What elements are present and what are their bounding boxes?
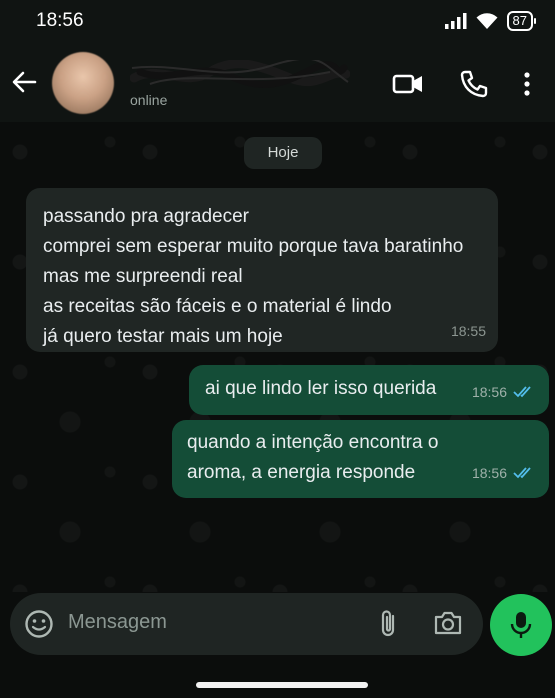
message-line: mas me surpreendi real	[43, 266, 243, 287]
message-time: 18:55	[451, 316, 486, 346]
status-bar: 18:56 87	[0, 0, 555, 44]
chat-area[interactable]: Hoje passando pra agradecer comprei sem …	[0, 122, 555, 592]
back-arrow-icon[interactable]	[10, 68, 38, 96]
message-meta: 18:56	[472, 377, 537, 407]
emoji-icon[interactable]	[24, 609, 54, 639]
home-indicator[interactable]	[196, 682, 368, 688]
mic-button[interactable]	[490, 594, 552, 656]
message-timestamp: 18:55	[450, 323, 486, 339]
contact-status: online	[130, 92, 168, 108]
signal-icon	[444, 13, 467, 29]
message-input-bar[interactable]: Mensagem	[10, 593, 483, 655]
status-icons: 87	[444, 11, 537, 31]
battery-indicator: 87	[506, 11, 537, 31]
read-ticks-icon	[513, 386, 531, 398]
more-vertical-icon[interactable]	[518, 68, 536, 100]
message-bubble-outgoing[interactable]: quando a intenção encontra o aroma, a en…	[172, 420, 549, 498]
message-timestamp: 18:56	[471, 465, 507, 481]
mic-icon	[510, 612, 532, 638]
phone-call-icon[interactable]	[458, 68, 490, 100]
message-bubble-outgoing[interactable]: ai que lindo ler isso querida 18:56	[189, 365, 549, 415]
avatar[interactable]	[52, 52, 114, 114]
camera-icon[interactable]	[433, 610, 463, 636]
message-line: já quero testar mais um hoje	[43, 326, 283, 347]
message-timestamp: 18:56	[471, 384, 507, 400]
video-call-icon[interactable]	[392, 68, 424, 100]
contact-name-scribble[interactable]	[130, 60, 350, 90]
attach-icon[interactable]	[376, 608, 400, 640]
date-chip: Hoje	[244, 137, 322, 169]
message-line: as receitas são fáceis e o material é li…	[43, 296, 392, 317]
message-line: comprei sem esperar muito porque tava ba…	[43, 236, 464, 257]
message-input[interactable]: Mensagem	[68, 611, 167, 634]
message-bubble-incoming[interactable]: passando pra agradecer comprei sem esper…	[26, 188, 498, 352]
chat-header: online	[0, 44, 555, 122]
message-line: passando pra agradecer	[43, 206, 249, 227]
wifi-icon	[476, 12, 498, 29]
message-line: quando a intenção encontra o	[187, 432, 439, 453]
status-time: 18:56	[36, 10, 84, 31]
read-ticks-icon	[513, 467, 531, 479]
message-meta: 18:56	[472, 458, 537, 488]
